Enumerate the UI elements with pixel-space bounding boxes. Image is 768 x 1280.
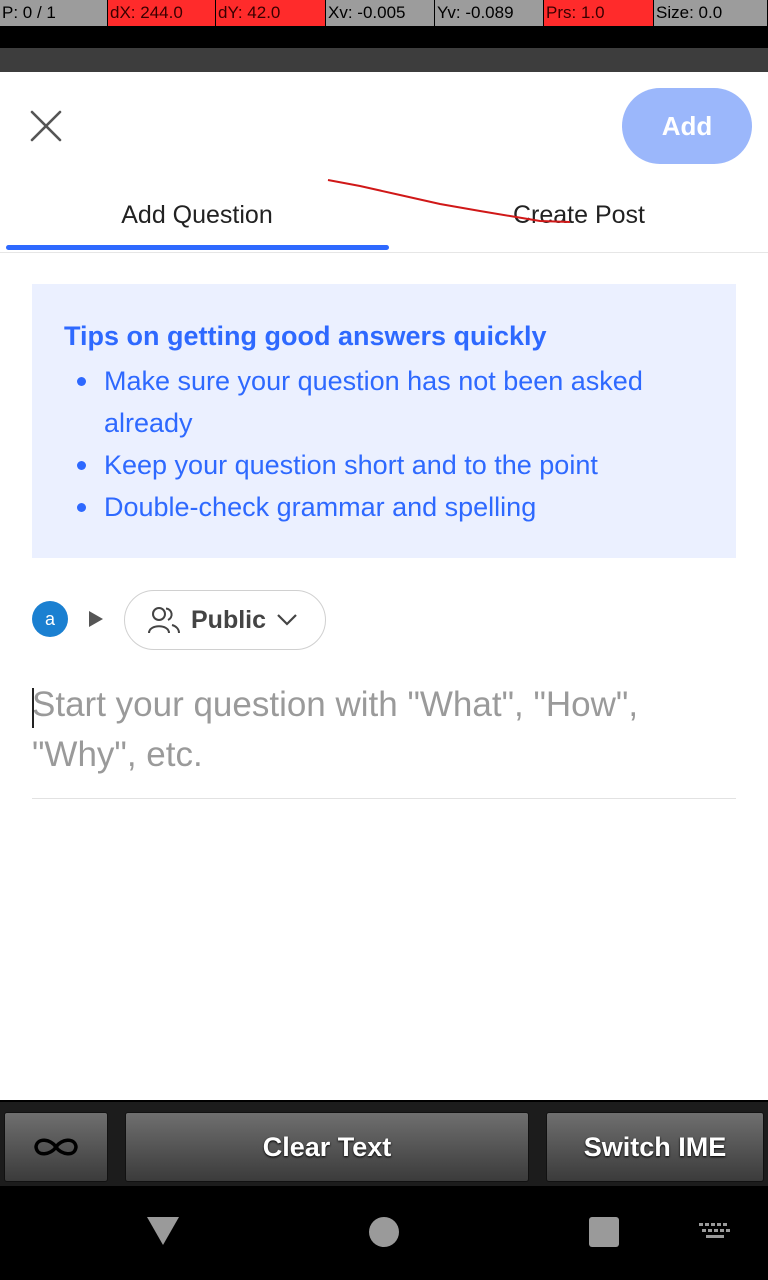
pointer-count: P: 0 / 1 (0, 0, 108, 26)
list-item: Keep your question short and to the poin… (77, 444, 704, 486)
close-button[interactable] (22, 102, 70, 150)
list-item: Make sure your question has not been ask… (77, 360, 704, 444)
close-icon (30, 110, 62, 142)
velocity-y: Yv: -0.089 (435, 0, 544, 26)
visibility-label: Public (191, 605, 267, 634)
tips-title: Tips on getting good answers quickly (64, 321, 547, 351)
text-cursor (32, 688, 34, 728)
question-field (32, 680, 736, 799)
keyboard-helper-bar: Clear Text Switch IME (0, 1100, 768, 1188)
delta-y: dY: 42.0 (216, 0, 326, 26)
visibility-dropdown[interactable]: Public (124, 590, 326, 650)
touch-size: Size: 0.0 (654, 0, 768, 26)
delta-x: dX: 244.0 (108, 0, 216, 26)
app-top-strip (0, 48, 768, 72)
bullet-icon (77, 377, 86, 386)
home-icon[interactable] (369, 1217, 399, 1247)
pressure: Prs: 1.0 (544, 0, 654, 26)
keyboard-icon[interactable] (698, 1222, 732, 1242)
people-icon (148, 607, 180, 634)
tab-bar: Add Question Create Post (0, 180, 768, 253)
tip-text: Keep your question short and to the poin… (104, 450, 598, 480)
tip-text: Double-check grammar and spelling (104, 492, 537, 522)
tab-create-post[interactable]: Create Post (388, 180, 768, 250)
tips-box: Tips on getting good answers quickly Mak… (32, 284, 736, 558)
list-item: Double-check grammar and spelling (77, 486, 704, 528)
question-input[interactable] (32, 680, 736, 790)
bullet-icon (77, 503, 86, 512)
tip-text: Make sure your question has not been ask… (104, 366, 643, 438)
infinity-button[interactable] (4, 1112, 108, 1182)
navigation-bar (0, 1186, 768, 1280)
infinity-icon (34, 1138, 78, 1156)
active-tab-indicator (6, 245, 389, 250)
recent-apps-icon[interactable] (589, 1217, 619, 1247)
chevron-down-icon (277, 614, 297, 626)
bullet-icon (77, 461, 86, 470)
add-button[interactable]: Add (622, 88, 752, 164)
tips-list: Make sure your question has not been ask… (64, 360, 704, 528)
clear-text-button[interactable]: Clear Text (125, 1112, 529, 1182)
velocity-x: Xv: -0.005 (326, 0, 435, 26)
status-bar (0, 26, 768, 48)
play-arrow-icon (89, 611, 103, 627)
avatar[interactable]: a (32, 601, 68, 637)
tab-add-question[interactable]: Add Question (6, 180, 388, 250)
back-icon[interactable] (147, 1217, 179, 1245)
pointer-debug-bar: P: 0 / 1 dX: 244.0 dY: 42.0 Xv: -0.005 Y… (0, 0, 768, 26)
switch-ime-button[interactable]: Switch IME (546, 1112, 764, 1182)
